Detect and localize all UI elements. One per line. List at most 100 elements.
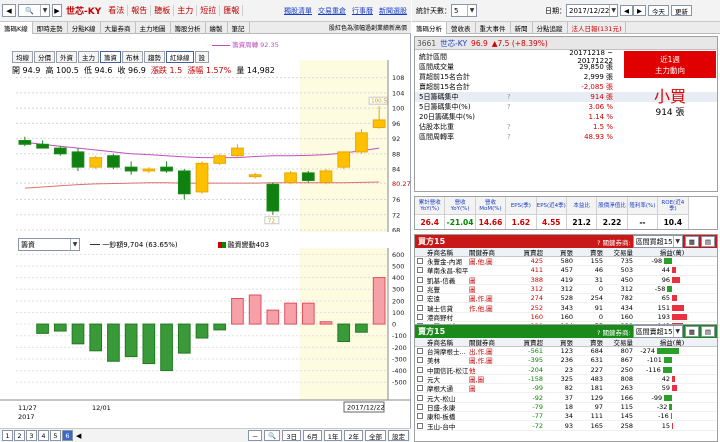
flow-chart[interactable]: 600 500 400 300 200 100 0 -100 -200 -300 -400 -500 1…	[0, 248, 411, 428]
next-date-button[interactable]: ▶	[633, 5, 646, 16]
chart-tab[interactable]: 籌碼K線	[0, 21, 33, 34]
row-checkbox[interactable]	[417, 394, 423, 401]
period-button[interactable]: 全部	[365, 430, 386, 441]
stock-action-button[interactable]: 主力	[174, 5, 198, 16]
toolbar-link[interactable]: 獨股清單	[284, 6, 312, 16]
grid-view-icon[interactable]: ▤	[700, 326, 715, 337]
date-picker[interactable]: 2017/12/22 ▼	[566, 4, 618, 17]
row-checkbox[interactable]	[417, 304, 423, 311]
scroll-right-icon[interactable]: ◀	[76, 432, 81, 440]
flow-bar[interactable]	[301, 302, 315, 325]
period-button[interactable]: 3日	[282, 430, 302, 441]
page-button[interactable]: 4	[38, 430, 49, 441]
chart-tab[interactable]: 繪製	[206, 21, 228, 34]
candle-body[interactable]	[53, 147, 67, 155]
page-button[interactable]: 6	[62, 430, 73, 441]
flow-bar[interactable]	[284, 302, 297, 325]
candle-body[interactable]	[231, 147, 244, 157]
toolbar-link[interactable]: 交易重倉	[318, 6, 346, 16]
candle-body[interactable]	[372, 119, 386, 129]
candle-body[interactable]	[89, 157, 103, 168]
table-view-icon[interactable]: ▦	[684, 236, 699, 247]
candle-body[interactable]	[319, 170, 333, 183]
row-checkbox[interactable]	[417, 295, 423, 302]
help-icon[interactable]: ?	[507, 93, 537, 101]
row-checkbox[interactable]	[417, 348, 423, 355]
row-checkbox[interactable]	[417, 258, 423, 265]
forward-button[interactable]: ▶	[52, 4, 62, 17]
column-header[interactable]: 買張	[545, 247, 575, 257]
row-checkbox[interactable]	[417, 385, 423, 392]
analysis-tab[interactable]: 法人日報(131元)	[568, 21, 627, 34]
candle-body[interactable]	[71, 151, 85, 168]
flow-bar[interactable]	[355, 323, 368, 333]
column-header[interactable]: 損益(萬)	[635, 247, 709, 257]
stock-action-button[interactable]: 匯報	[220, 5, 244, 16]
toolbar-link[interactable]: 新聞選股	[379, 6, 407, 16]
column-header[interactable]: 買賣超	[515, 247, 545, 257]
help-icon[interactable]: ?	[507, 133, 537, 141]
row-checkbox[interactable]	[417, 366, 423, 373]
price-chart[interactable]: 108 104 100 96 92 88 84 80.27 76 72 68 100.5 72	[0, 60, 411, 232]
page-button[interactable]: 5	[50, 430, 61, 441]
chevron-down-icon[interactable]: ▼	[40, 5, 49, 16]
period-button[interactable]: 2年	[344, 430, 363, 441]
candle-body[interactable]	[18, 139, 32, 145]
analysis-tab[interactable]: 分點追蹤	[533, 21, 568, 34]
flow-bar[interactable]	[266, 309, 280, 325]
flow-bar[interactable]	[124, 323, 138, 358]
column-header[interactable]: 買賣超	[515, 337, 545, 347]
flow-bar[interactable]	[372, 277, 386, 325]
row-checkbox[interactable]	[417, 422, 423, 429]
chevron-down-icon[interactable]: ▼	[609, 5, 617, 16]
back-button[interactable]: ◀	[2, 4, 16, 17]
column-header[interactable]: 賣張	[575, 247, 605, 257]
days-select[interactable]: 5 ▼	[451, 4, 477, 17]
candle-body[interactable]	[107, 155, 120, 168]
flow-bar[interactable]	[195, 323, 209, 339]
page-button[interactable]: 1	[2, 430, 13, 441]
period-button[interactable]: 6月	[303, 430, 322, 441]
flow-bar[interactable]	[337, 323, 351, 343]
help-icon[interactable]: ?	[507, 103, 537, 111]
row-checkbox[interactable]	[417, 276, 423, 283]
prev-date-button[interactable]: ◀	[620, 5, 633, 16]
chart-tab[interactable]: 籌股分析	[171, 21, 206, 34]
chevron-down-icon[interactable]: ▼	[467, 5, 476, 16]
zoom-out-icon[interactable]: －	[247, 430, 263, 441]
chevron-down-icon[interactable]: ▼	[672, 326, 682, 337]
stock-action-button[interactable]: 聽板	[151, 5, 175, 16]
candle-body[interactable]	[195, 162, 209, 193]
candle-body[interactable]	[36, 143, 49, 149]
analysis-tab[interactable]: 籌碼分析	[412, 21, 447, 34]
flow-bar[interactable]	[319, 321, 333, 325]
stock-search-combo[interactable]: 🔍 ▼	[18, 4, 50, 17]
flow-bar[interactable]	[36, 323, 49, 334]
candle-body[interactable]	[301, 172, 315, 181]
period-button[interactable]: 設定	[388, 430, 409, 441]
refresh-button[interactable]: 更新	[671, 5, 692, 16]
candle-body[interactable]	[248, 174, 262, 178]
row-checkbox[interactable]	[417, 313, 423, 320]
today-button[interactable]: 今天	[648, 5, 669, 16]
analysis-tab[interactable]: 重大事件	[476, 21, 511, 34]
candle-body[interactable]	[337, 151, 351, 168]
flow-bar[interactable]	[107, 323, 120, 362]
table-view-icon[interactable]: ▦	[684, 326, 699, 337]
chart-tab[interactable]: 分點K線	[68, 21, 101, 34]
help-icon[interactable]: ?	[507, 123, 537, 131]
column-header[interactable]: 賣張	[575, 337, 605, 347]
flow-bar[interactable]	[160, 323, 173, 372]
candle-body[interactable]	[284, 172, 297, 183]
candle-body[interactable]	[124, 166, 138, 172]
page-button[interactable]: 3	[26, 430, 37, 441]
column-header[interactable]: 損益(萬)	[635, 337, 709, 347]
chart-tab[interactable]: 主力地圖	[136, 21, 171, 34]
page-button[interactable]: 2	[14, 430, 25, 441]
toolbar-link[interactable]: 行事曆	[352, 6, 373, 16]
flow-bar[interactable]	[213, 323, 227, 331]
analysis-tab[interactable]: 營收表	[447, 21, 476, 34]
flow-bar[interactable]	[231, 297, 244, 325]
flow-bar[interactable]	[71, 323, 85, 345]
flow-bar[interactable]	[53, 323, 67, 332]
